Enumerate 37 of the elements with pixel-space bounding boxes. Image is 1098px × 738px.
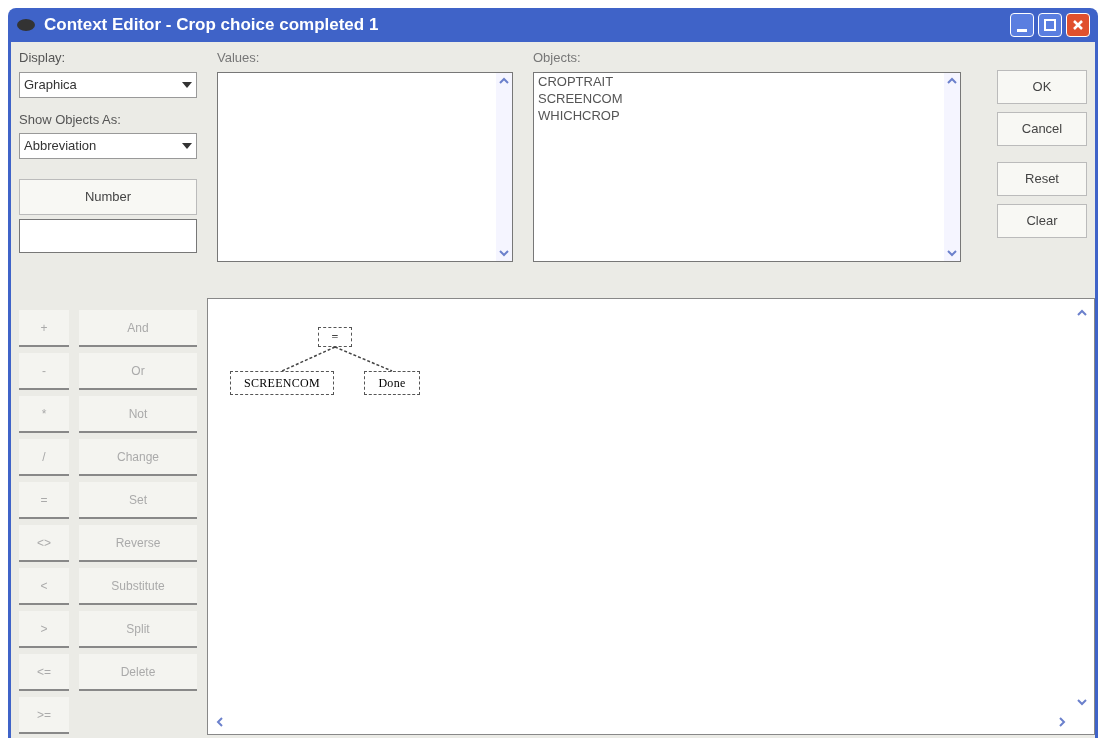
dialog-button[interactable]: OK	[997, 70, 1087, 104]
action-button[interactable]: Delete	[79, 654, 197, 691]
tree-node[interactable]: Done	[364, 371, 420, 395]
action-button[interactable]: Not	[79, 396, 197, 433]
show-objects-label: Show Objects As:	[19, 110, 122, 129]
action-button[interactable]: Substitute	[79, 568, 197, 605]
list-item[interactable]: WHICHCROP	[538, 106, 940, 124]
operator-button[interactable]: <>	[19, 525, 69, 562]
window-title: Context Editor - Crop choice completed 1	[44, 14, 379, 37]
list-item[interactable]: CROPTRAIT	[538, 72, 940, 90]
display-dropdown[interactable]: Graphica	[19, 71, 197, 98]
operator-button[interactable]: -	[19, 353, 69, 390]
operator-button[interactable]: >	[19, 611, 69, 648]
action-button[interactable]: Split	[79, 611, 197, 648]
action-button[interactable]: Reverse	[79, 525, 197, 562]
operator-button[interactable]: /	[19, 439, 69, 476]
values-label: Values:	[217, 49, 261, 67]
action-button[interactable]: And	[79, 310, 197, 347]
tree-node[interactable]: =	[318, 327, 352, 347]
dialog-button[interactable]: Clear	[997, 204, 1087, 238]
action-button[interactable]: Set	[79, 482, 197, 519]
operator-button[interactable]: +	[19, 310, 69, 347]
dialog-button[interactable]: Cancel	[997, 112, 1087, 146]
dialog-button[interactable]: Reset	[997, 162, 1087, 196]
display-label: Display:	[19, 49, 67, 67]
action-button[interactable]: Or	[79, 353, 197, 390]
operator-button[interactable]: =	[19, 482, 69, 519]
action-button[interactable]: Change	[79, 439, 197, 476]
objects-label: Objects:	[533, 49, 582, 67]
operator-button[interactable]: <=	[19, 654, 69, 691]
number-button[interactable]: Number	[19, 179, 197, 215]
operator-button[interactable]: *	[19, 396, 69, 433]
list-item[interactable]: SCREENCOM	[538, 89, 940, 107]
show-objects-dropdown[interactable]: Abbreviation	[19, 133, 197, 159]
operator-button[interactable]: >=	[19, 697, 69, 734]
operator-button[interactable]: <	[19, 568, 69, 605]
tree-node[interactable]: SCREENCOM	[230, 371, 334, 395]
